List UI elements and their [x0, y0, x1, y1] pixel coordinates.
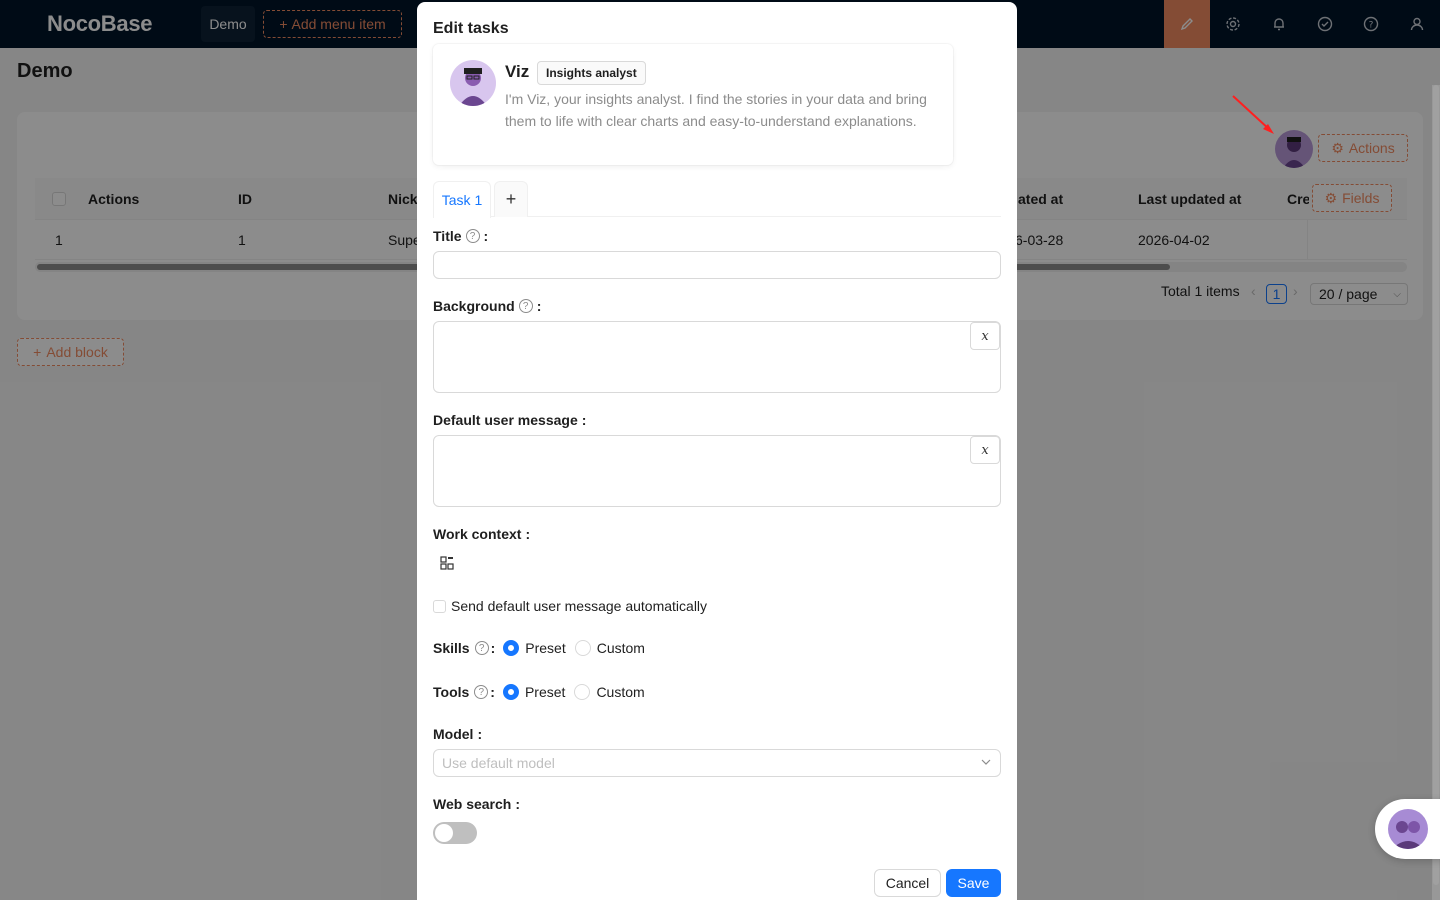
agent-role-tag: Insights analyst — [537, 61, 646, 85]
page-vertical-scrollbar[interactable] — [1432, 85, 1440, 900]
skills-custom-label[interactable]: Custom — [597, 640, 645, 656]
tab-task-1[interactable]: Task 1 — [433, 181, 491, 218]
save-button[interactable]: Save — [946, 869, 1001, 897]
question-circle-icon[interactable]: ? — [518, 299, 533, 313]
default-user-message-label-text: Default user message — [433, 412, 578, 428]
skills-preset-label[interactable]: Preset — [525, 640, 565, 656]
work-context-picker-icon[interactable] — [440, 556, 454, 573]
title-label-text: Title — [433, 228, 462, 244]
background-label-text: Background — [433, 298, 515, 314]
question-circle-icon[interactable]: ? — [465, 229, 480, 243]
question-circle-icon[interactable]: ? — [474, 685, 489, 699]
work-context-label-text: Work context — [433, 526, 522, 542]
tools-preset-radio[interactable] — [502, 684, 519, 700]
scrollbar-thumb[interactable] — [1433, 85, 1439, 885]
web-search-label: Web search: — [433, 796, 521, 812]
tools-row: Tools ? : Preset Custom — [433, 684, 645, 700]
tools-label: Tools — [433, 684, 470, 700]
background-label: Background ?: — [433, 298, 542, 314]
background-textarea[interactable]: x — [433, 321, 1001, 393]
agent-avatar — [450, 60, 496, 106]
model-label-text: Model — [433, 726, 474, 742]
tools-custom-label[interactable]: Custom — [596, 684, 644, 700]
agent-description: I'm Viz, your insights analyst. I find t… — [505, 91, 927, 129]
task-tabs: Task 1 + — [433, 181, 1001, 218]
skills-custom-radio[interactable] — [574, 640, 591, 656]
variable-insert-button[interactable]: x — [970, 322, 1000, 350]
edit-tasks-modal: Edit tasks Viz Insights analyst I'm Viz,… — [417, 2, 1017, 900]
tools-preset-label[interactable]: Preset — [525, 684, 565, 700]
model-select[interactable]: Use default model — [433, 749, 1001, 777]
web-search-label-text: Web search — [433, 796, 512, 812]
work-context-label: Work context: — [433, 526, 531, 542]
question-circle-icon[interactable]: ? — [474, 641, 489, 655]
cancel-button[interactable]: Cancel — [874, 869, 941, 897]
model-label: Model: — [433, 726, 483, 742]
arrow-annotation-icon — [1232, 95, 1274, 134]
ai-team-avatar-icon — [1388, 809, 1428, 849]
skills-preset-radio[interactable] — [503, 640, 520, 656]
agent-card: Viz Insights analyst I'm Viz, your insig… — [433, 44, 953, 165]
web-search-switch[interactable] — [433, 822, 477, 844]
variable-insert-button[interactable]: x — [970, 436, 1000, 464]
ai-assistant-float-button[interactable] — [1375, 799, 1440, 859]
send-auto-row[interactable]: Send default user message automatically — [433, 598, 707, 614]
switch-knob — [435, 824, 453, 842]
tools-custom-radio[interactable] — [574, 684, 591, 700]
skills-label: Skills — [433, 640, 470, 656]
skills-row: Skills ? : Preset Custom — [433, 640, 645, 656]
agent-name: Viz — [505, 62, 530, 81]
default-user-message-textarea[interactable]: x — [433, 435, 1001, 507]
default-user-message-label: Default user message: — [433, 412, 587, 428]
chevron-down-icon — [980, 755, 992, 771]
title-label: Title ?: — [433, 228, 489, 244]
plus-icon: + — [505, 189, 517, 209]
add-tab-button[interactable]: + — [494, 181, 528, 217]
modal-title: Edit tasks — [433, 20, 509, 37]
model-select-placeholder: Use default model — [442, 755, 555, 771]
title-input[interactable] — [433, 251, 1001, 279]
send-auto-label: Send default user message automatically — [451, 598, 708, 614]
send-auto-checkbox[interactable] — [433, 599, 446, 613]
